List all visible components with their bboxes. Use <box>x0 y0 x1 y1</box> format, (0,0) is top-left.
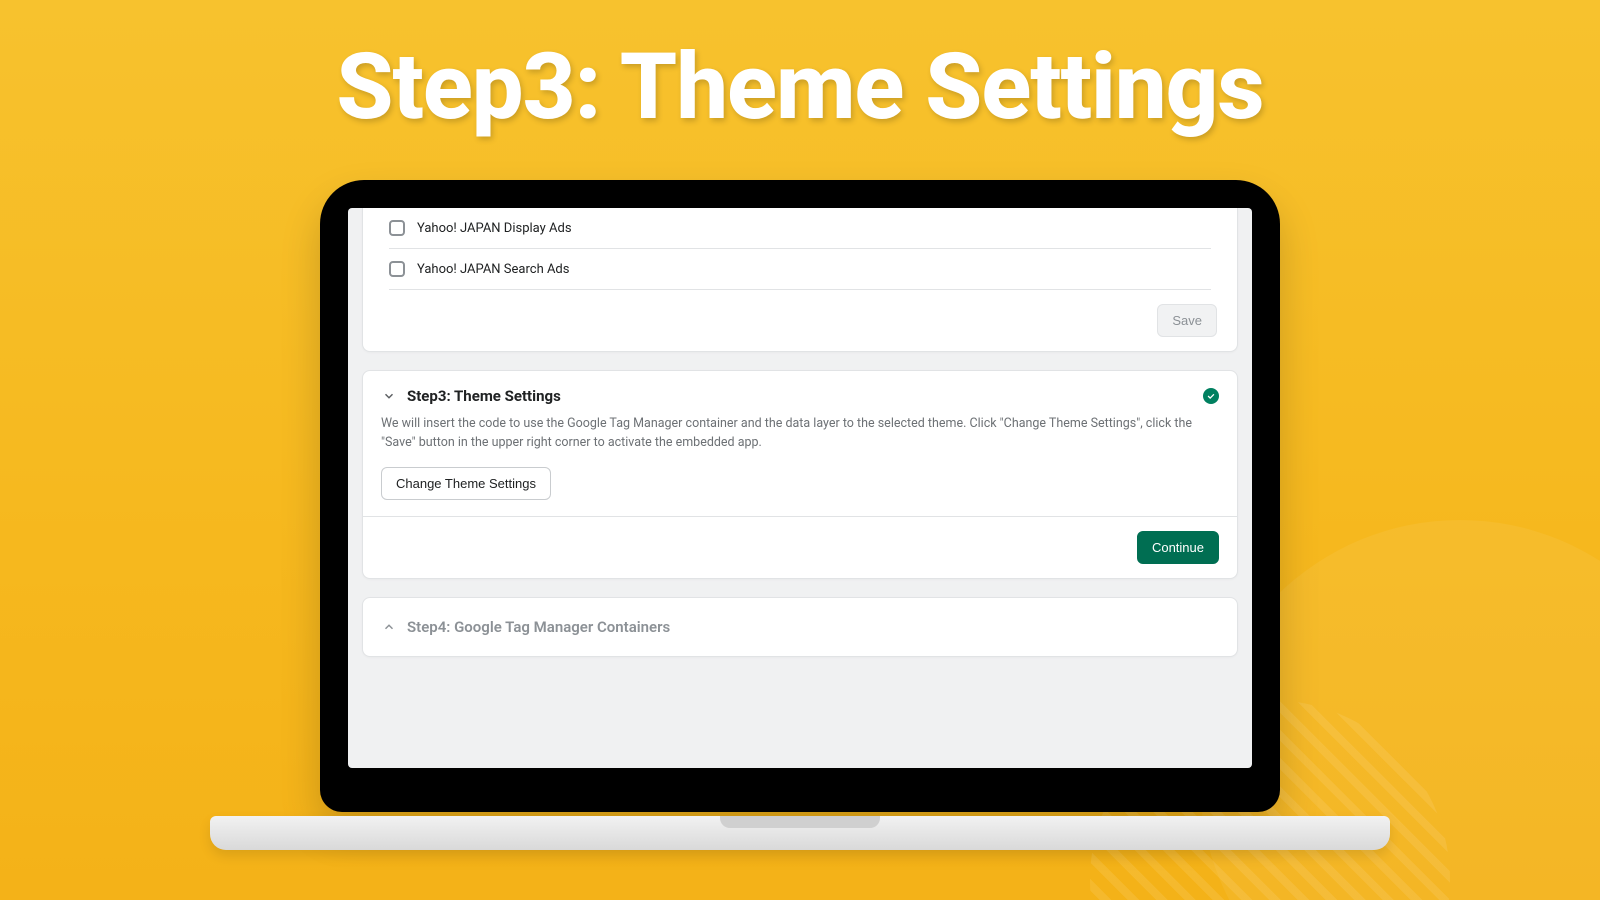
checkbox-yahoo-search[interactable] <box>389 261 405 277</box>
step3-card: Step3: Theme Settings We will insert the… <box>362 370 1238 579</box>
checkbox-yahoo-display[interactable] <box>389 220 405 236</box>
step4-card: Step4: Google Tag Manager Containers <box>362 597 1238 657</box>
step3-description: We will insert the code to use the Googl… <box>363 415 1237 467</box>
option-row-yahoo-display[interactable]: Yahoo! JAPAN Display Ads <box>363 208 1237 248</box>
app-screen: Yahoo! JAPAN Display Ads Yahoo! JAPAN Se… <box>348 208 1252 768</box>
step4-title: Step4: Google Tag Manager Containers <box>407 618 670 636</box>
continue-button[interactable]: Continue <box>1137 531 1219 564</box>
laptop-mockup: Yahoo! JAPAN Display Ads Yahoo! JAPAN Se… <box>320 180 1280 812</box>
option-label: Yahoo! JAPAN Display Ads <box>417 221 572 236</box>
status-complete-icon <box>1203 388 1219 404</box>
option-label: Yahoo! JAPAN Search Ads <box>417 262 569 277</box>
step3-title: Step3: Theme Settings <box>407 387 561 405</box>
page-title: Step3: Theme Settings <box>0 34 1600 141</box>
step4-header[interactable]: Step4: Google Tag Manager Containers <box>363 598 1237 656</box>
option-row-yahoo-search[interactable]: Yahoo! JAPAN Search Ads <box>363 249 1237 289</box>
step3-header[interactable]: Step3: Theme Settings <box>363 371 1237 415</box>
laptop-notch <box>720 816 880 828</box>
chevron-up-icon <box>381 619 397 635</box>
laptop-base <box>210 816 1390 850</box>
save-button[interactable]: Save <box>1157 304 1217 337</box>
change-theme-settings-button[interactable]: Change Theme Settings <box>381 467 551 500</box>
chevron-down-icon <box>381 388 397 404</box>
step2-card-partial: Yahoo! JAPAN Display Ads Yahoo! JAPAN Se… <box>362 208 1238 352</box>
